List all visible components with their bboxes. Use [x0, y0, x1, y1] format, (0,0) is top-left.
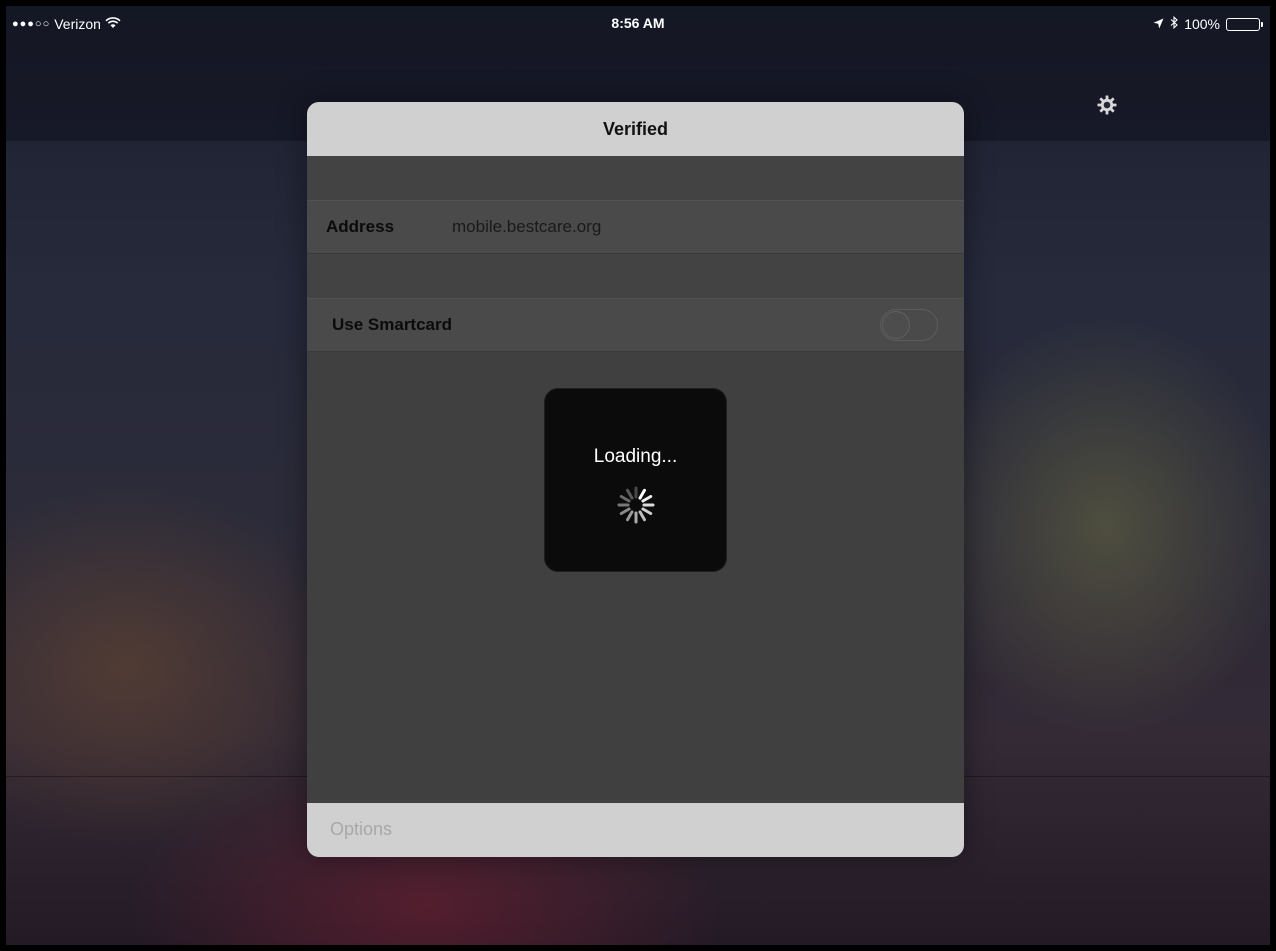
gear-icon[interactable] [1096, 94, 1118, 116]
modal-footer: Options [307, 803, 964, 857]
spinner-spoke [619, 507, 631, 515]
address-label: Address [326, 217, 395, 236]
spinner-spoke [626, 488, 634, 500]
section-spacer [307, 254, 964, 298]
loading-text: Loading... [593, 446, 678, 467]
address-value[interactable]: mobile.bestcare.org [452, 217, 601, 237]
server-modal: Verified Address mobile.bestcare.org Use… [307, 102, 964, 857]
location-arrow-icon [1153, 16, 1164, 32]
smartcard-toggle[interactable] [880, 309, 938, 341]
status-time: 8:56 AM [611, 15, 665, 31]
activity-spinner-icon [617, 486, 655, 524]
smartcard-row: Use Smartcard [307, 298, 964, 352]
modal-title: Verified [307, 102, 964, 156]
smartcard-label: Use Smartcard [332, 315, 453, 334]
spinner-spoke [641, 507, 653, 515]
options-button[interactable]: Options [330, 819, 392, 840]
loading-hud: Loading... [544, 388, 727, 572]
status-right: 100% [1153, 15, 1263, 32]
spinner-spoke [638, 510, 646, 522]
address-row[interactable]: Address mobile.bestcare.org [307, 200, 964, 254]
bluetooth-icon [1170, 15, 1178, 32]
battery-icon [1226, 17, 1263, 31]
spinner-spoke [619, 495, 631, 503]
modal-body: Address mobile.bestcare.org Use Smartcar… [307, 156, 964, 803]
status-bar: ●●●○○ Verizon 8:56 AM 100% [6, 6, 1270, 42]
screen: ●●●○○ Verizon 8:56 AM 100% Verified Addr… [6, 6, 1270, 945]
spinner-spoke [638, 488, 646, 500]
section-spacer [307, 156, 964, 200]
spinner-spoke [626, 510, 634, 522]
battery-percent: 100% [1184, 16, 1220, 32]
spinner-spoke [641, 495, 653, 503]
toggle-knob [882, 311, 910, 339]
